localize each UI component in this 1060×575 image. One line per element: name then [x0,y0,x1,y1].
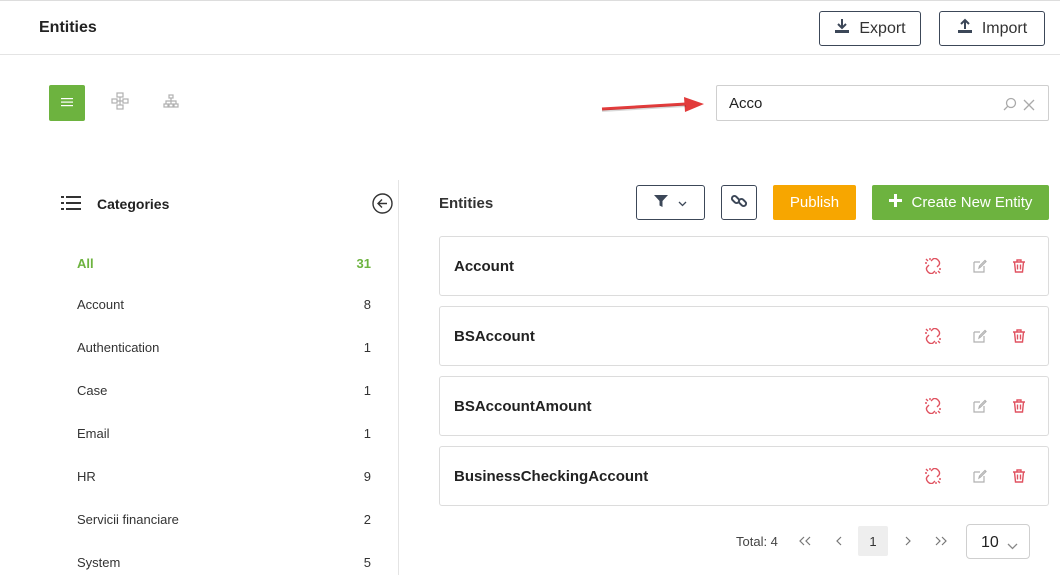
unlink-icon[interactable] [925,468,941,484]
create-label: Create New Entity [911,194,1033,211]
unlink-icon[interactable] [925,328,941,344]
sidebar-item-all[interactable]: All 31 [77,256,371,276]
sidebar-item-label: Account [77,297,124,312]
sidebar-item-case[interactable]: Case 1 [77,383,371,403]
trash-icon[interactable] [1011,328,1027,344]
filter-button[interactable] [636,185,705,220]
page-size-value: 10 [981,534,999,551]
page-size-select[interactable]: 10 [966,524,1030,559]
import-label: Import [981,19,1028,37]
sidebar-item-email[interactable]: Email 1 [77,426,371,446]
sidebar-item-authentication[interactable]: Authentication 1 [77,340,371,360]
first-page-icon[interactable] [790,526,820,556]
export-label: Export [859,19,906,37]
sidebar-item-label: System [77,555,121,570]
sidebar-item-count: 1 [363,426,371,441]
sidebar-item-label: Servicii financiare [77,512,179,527]
edit-icon[interactable] [972,328,988,344]
categories-title: Categories [97,196,170,212]
entity-name: BSAccountAmount [454,398,592,415]
upload-icon [957,18,973,39]
list-view-button[interactable] [49,85,85,121]
sidebar-item-servicii-financiare[interactable]: Servicii financiare 2 [77,512,371,532]
entity-card[interactable]: BSAccountAmount [439,376,1049,436]
trash-icon[interactable] [1011,468,1027,484]
create-new-entity-button[interactable]: Create New Entity [872,185,1049,220]
entity-name: BusinessCheckingAccount [454,468,649,485]
chevron-down-icon [678,195,687,210]
publish-button[interactable]: Publish [773,185,856,220]
hierarchy-icon [163,93,179,113]
link-icon [730,192,748,213]
sidebar-item-count: 2 [363,512,371,527]
sidebar-item-system[interactable]: System 5 [77,555,371,575]
sidebar-item-count: 1 [363,383,371,398]
chevron-down-icon [1007,537,1018,555]
import-button[interactable]: Import [939,11,1045,46]
graph-view-button[interactable] [102,85,138,121]
list-icon [61,195,81,216]
sidebar-item-count: 9 [363,469,371,484]
link-button[interactable] [721,185,757,220]
export-button[interactable]: Export [819,11,921,46]
list-icon [61,94,73,112]
sidebar-item-count: 5 [363,555,371,570]
graph-icon [111,91,129,115]
entities-title: Entities [439,195,494,212]
page-number-current[interactable]: 1 [858,526,888,556]
total-count: Total: 4 [736,534,778,549]
last-page-icon[interactable] [926,526,956,556]
next-page-icon[interactable] [893,526,923,556]
entity-card[interactable]: BusinessCheckingAccount [439,446,1049,506]
filter-icon [654,194,668,211]
search-box [716,85,1049,121]
sidebar-item-label: HR [77,469,96,484]
sidebar-item-account[interactable]: Account 8 [77,297,371,317]
page-title: Entities [39,19,97,36]
edit-icon[interactable] [972,468,988,484]
tree-view-button[interactable] [153,85,189,121]
close-icon[interactable] [1023,98,1035,116]
sidebar-item-label: Email [77,426,110,441]
entity-name: BSAccount [454,328,535,345]
plus-icon [888,194,902,211]
page-header: Entities Export Import [0,0,1060,55]
arrow-left-circle-icon[interactable] [372,193,393,214]
prev-page-icon[interactable] [824,526,854,556]
sidebar-item-label: Case [77,383,108,398]
entity-card[interactable]: BSAccount [439,306,1049,366]
edit-icon[interactable] [972,258,988,274]
edit-icon[interactable] [972,398,988,414]
sidebar-item-label: Authentication [77,340,160,355]
entity-card[interactable]: Account [439,236,1049,296]
trash-icon[interactable] [1011,398,1027,414]
sidebar-item-hr[interactable]: HR 9 [77,469,371,489]
unlink-icon[interactable] [925,258,941,274]
sidebar-item-count: 1 [363,340,371,355]
search-input[interactable] [729,86,989,120]
annotation-arrow-icon [598,94,708,125]
entity-name: Account [454,258,514,275]
categories-sidebar: Categories All 31 Account 8 Authenticati… [0,180,399,575]
download-icon [834,18,850,39]
search-icon[interactable] [1003,97,1017,116]
sidebar-item-count: 31 [356,256,371,271]
trash-icon[interactable] [1011,258,1027,274]
sidebar-item-count: 8 [363,297,371,312]
sidebar-item-label: All [77,256,94,271]
unlink-icon[interactable] [925,398,941,414]
